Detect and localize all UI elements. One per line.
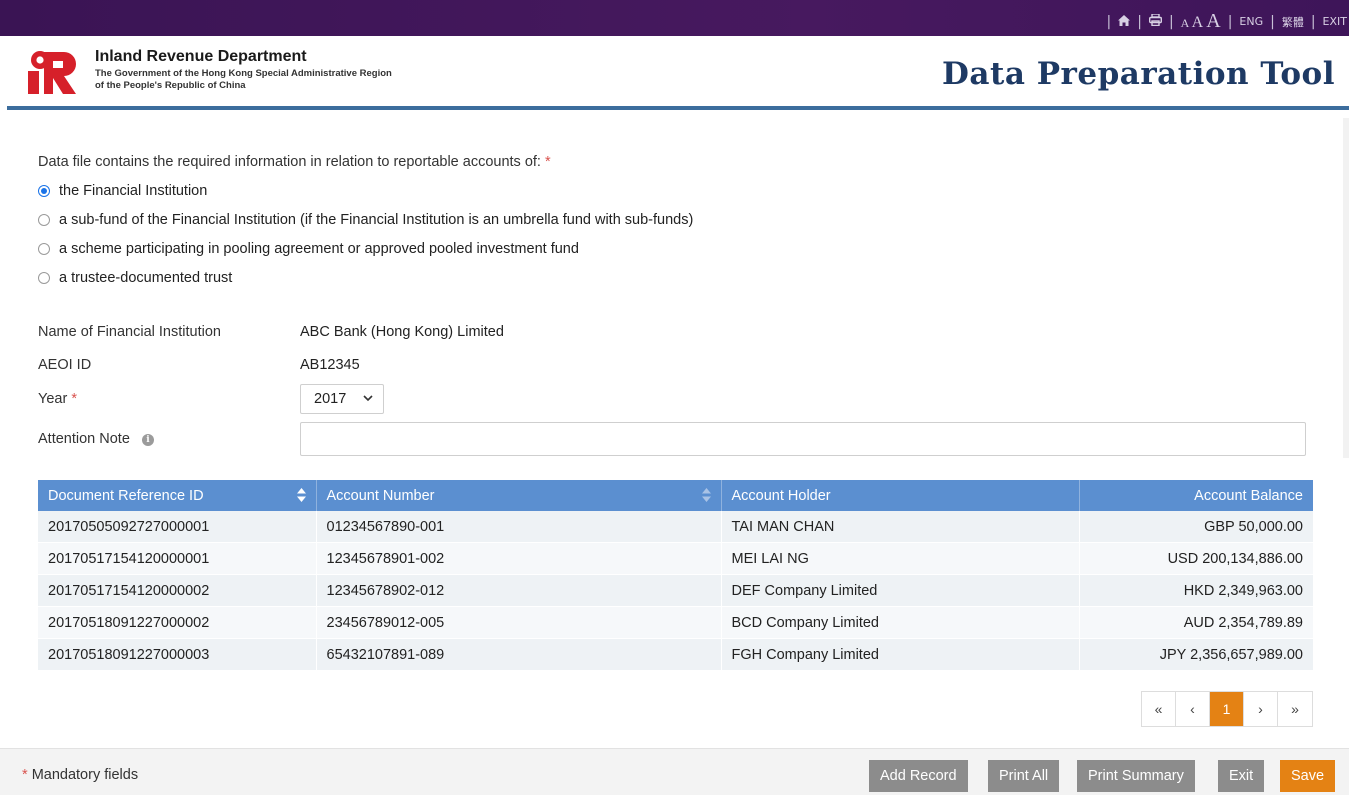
footer-bar: * Mandatory fields Add Record Print All … bbox=[0, 748, 1349, 795]
cell-account-holder: FGH Company Limited bbox=[721, 639, 1079, 671]
year-label: Year * bbox=[38, 391, 77, 407]
lang-traditional-chinese-link[interactable]: 繁體 bbox=[1282, 14, 1304, 30]
font-size-controls: A A A bbox=[1181, 10, 1221, 33]
cell-document-reference-id: 20170517154120000002 bbox=[38, 575, 316, 607]
home-icon[interactable] bbox=[1118, 15, 1130, 29]
radio-button[interactable] bbox=[38, 272, 50, 284]
cell-account-balance: JPY 2,356,657,989.00 bbox=[1079, 639, 1313, 671]
cell-account-number: 12345678902-012 bbox=[316, 575, 721, 607]
attention-note-input[interactable] bbox=[300, 422, 1306, 456]
pager-prev-button[interactable]: ‹ bbox=[1176, 692, 1210, 726]
cell-account-number: 65432107891-089 bbox=[316, 639, 721, 671]
radio-option-financial-institution[interactable]: the Financial Institution bbox=[38, 183, 207, 199]
radio-option-sub-fund[interactable]: a sub-fund of the Financial Institution … bbox=[38, 212, 693, 228]
table-row[interactable]: 20170517154120000001 12345678901-002 MEI… bbox=[38, 543, 1313, 575]
page-header: Inland Revenue Department The Government… bbox=[0, 36, 1349, 108]
column-header-document-reference-id[interactable]: Document Reference ID bbox=[38, 480, 316, 511]
page-scrollbar[interactable] bbox=[1343, 118, 1349, 458]
radio-option-trustee-trust[interactable]: a trustee-documented trust bbox=[38, 270, 232, 286]
cell-document-reference-id: 20170518091227000003 bbox=[38, 639, 316, 671]
cell-account-holder: TAI MAN CHAN bbox=[721, 511, 1079, 543]
cell-document-reference-id: 20170505092727000001 bbox=[38, 511, 316, 543]
pager-next-button[interactable]: › bbox=[1244, 692, 1278, 726]
sort-icon[interactable] bbox=[702, 488, 711, 502]
column-header-account-number[interactable]: Account Number bbox=[316, 480, 721, 511]
cell-account-holder: BCD Company Limited bbox=[721, 607, 1079, 639]
pager-page-current[interactable]: 1 bbox=[1210, 692, 1244, 726]
department-subtitle: The Government of the Hong Kong Special … bbox=[95, 68, 392, 92]
cell-account-balance: GBP 50,000.00 bbox=[1079, 511, 1313, 543]
ird-logo-icon bbox=[28, 50, 76, 94]
cell-account-holder: MEI LAI NG bbox=[721, 543, 1079, 575]
required-asterisk: * bbox=[545, 154, 551, 170]
sort-icon[interactable] bbox=[297, 488, 306, 502]
save-button[interactable]: Save bbox=[1280, 760, 1335, 792]
aeoi-id-label: AEOI ID bbox=[38, 357, 91, 373]
pager-first-button[interactable]: « bbox=[1142, 692, 1176, 726]
radio-option-pooling-scheme[interactable]: a scheme participating in pooling agreem… bbox=[38, 241, 579, 257]
cell-account-holder: DEF Company Limited bbox=[721, 575, 1079, 607]
cell-account-number: 01234567890-001 bbox=[316, 511, 721, 543]
required-asterisk: * bbox=[71, 391, 77, 407]
font-size-small[interactable]: A bbox=[1181, 16, 1189, 30]
attention-note-label: Attention Note i bbox=[38, 431, 154, 447]
print-summary-button[interactable]: Print Summary bbox=[1077, 760, 1195, 792]
table-row[interactable]: 20170517154120000002 12345678902-012 DEF… bbox=[38, 575, 1313, 607]
pagination: « ‹ 1 › » bbox=[1141, 691, 1313, 727]
cell-account-balance: AUD 2,354,789.89 bbox=[1079, 607, 1313, 639]
year-select[interactable]: 2017 bbox=[300, 384, 384, 414]
print-icon[interactable] bbox=[1149, 14, 1162, 29]
table-row[interactable]: 20170505092727000001 01234567890-001 TAI… bbox=[38, 511, 1313, 543]
lang-english-link[interactable]: ENG bbox=[1239, 15, 1263, 28]
account-scope-question: Data file contains the required informat… bbox=[38, 154, 551, 170]
cell-account-balance: USD 200,134,886.00 bbox=[1079, 543, 1313, 575]
font-size-medium[interactable]: A bbox=[1192, 14, 1204, 31]
utility-links: | | | A A A | ENG | 繁體 | EXIT bbox=[1100, 10, 1349, 33]
cell-account-number: 12345678901-002 bbox=[316, 543, 721, 575]
print-all-button[interactable]: Print All bbox=[988, 760, 1059, 792]
cell-account-balance: HKD 2,349,963.00 bbox=[1079, 575, 1313, 607]
aeoi-id-value: AB12345 bbox=[300, 357, 360, 373]
fi-name-label: Name of Financial Institution bbox=[38, 324, 221, 340]
table-header-row: Document Reference ID Account Number Acc… bbox=[38, 480, 1313, 511]
department-name: Inland Revenue Department bbox=[95, 48, 307, 66]
column-header-account-holder: Account Holder bbox=[721, 480, 1079, 511]
info-icon[interactable]: i bbox=[142, 434, 154, 446]
accounts-table: Document Reference ID Account Number Acc… bbox=[38, 480, 1313, 671]
radio-button[interactable] bbox=[38, 243, 50, 255]
column-header-account-balance: Account Balance bbox=[1079, 480, 1313, 511]
add-record-button[interactable]: Add Record bbox=[869, 760, 968, 792]
chevron-down-icon bbox=[363, 390, 373, 409]
exit-link[interactable]: EXIT bbox=[1323, 15, 1349, 28]
app-title: Data Preparation Tool bbox=[942, 56, 1335, 92]
font-size-large[interactable]: A bbox=[1206, 10, 1220, 32]
cell-document-reference-id: 20170518091227000002 bbox=[38, 607, 316, 639]
table-row[interactable]: 20170518091227000002 23456789012-005 BCD… bbox=[38, 607, 1313, 639]
mandatory-fields-note: * Mandatory fields bbox=[22, 767, 138, 783]
top-utility-bar: | | | A A A | ENG | 繁體 | EXIT bbox=[0, 0, 1349, 36]
header-divider bbox=[7, 106, 1349, 110]
cell-document-reference-id: 20170517154120000001 bbox=[38, 543, 316, 575]
fi-name-value: ABC Bank (Hong Kong) Limited bbox=[300, 324, 504, 340]
radio-button-selected[interactable] bbox=[38, 185, 50, 197]
cell-account-number: 23456789012-005 bbox=[316, 607, 721, 639]
exit-button[interactable]: Exit bbox=[1218, 760, 1264, 792]
pager-last-button[interactable]: » bbox=[1278, 692, 1312, 726]
radio-button[interactable] bbox=[38, 214, 50, 226]
table-row[interactable]: 20170518091227000003 65432107891-089 FGH… bbox=[38, 639, 1313, 671]
